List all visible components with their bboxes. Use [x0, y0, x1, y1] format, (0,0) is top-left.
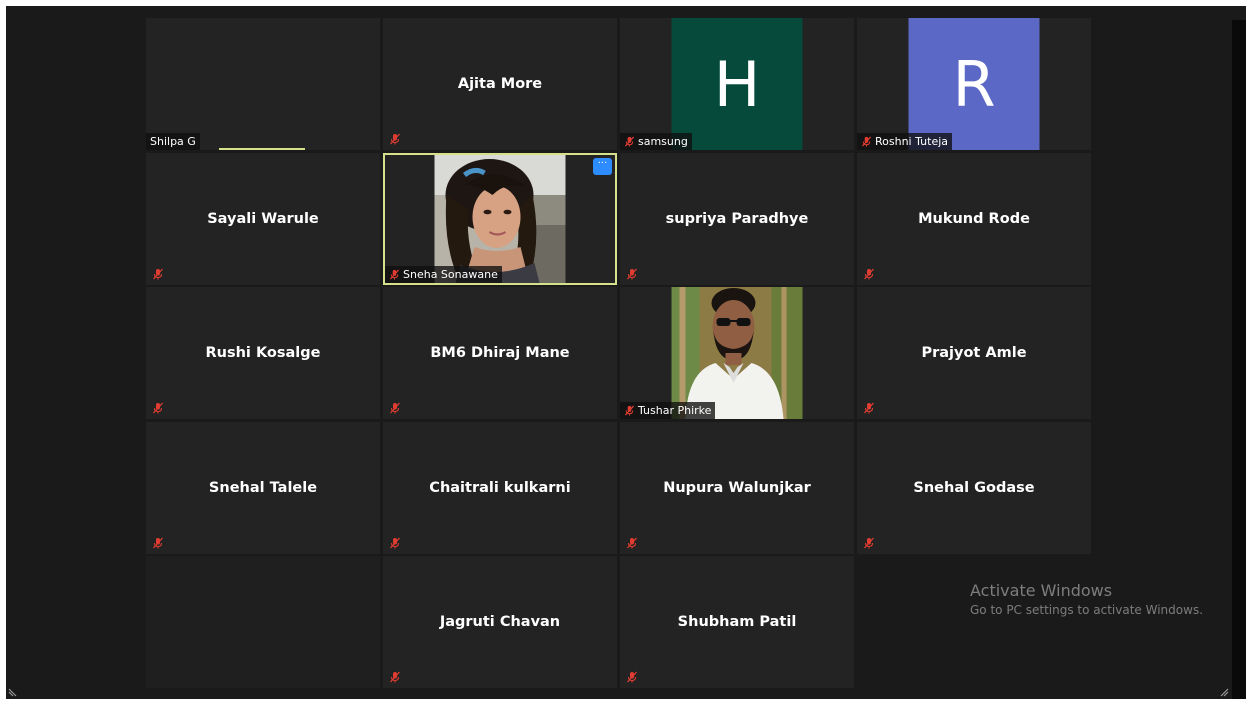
microphone-muted-icon — [861, 136, 872, 147]
participant-name: Snehal Talele — [208, 479, 318, 496]
microphone-muted-icon — [627, 537, 637, 548]
microphone-muted-icon — [864, 537, 874, 548]
resize-grip-icon[interactable] — [8, 687, 18, 697]
participant-name: Ajita More — [457, 76, 543, 92]
microphone-muted-icon — [390, 671, 400, 683]
participant-name: Nupura Walunjkar — [663, 479, 811, 496]
watermark-subtitle: Go to PC settings to activate Windows. — [970, 603, 1204, 617]
participant-name: Roshni Tuteja — [875, 135, 949, 148]
participant-name-label: Roshni Tuteja — [857, 133, 953, 150]
participant-name: Chaitrali kulkarni — [429, 479, 571, 496]
microphone-muted-icon — [624, 405, 635, 416]
participant-tile[interactable]: Ajita More — [383, 18, 617, 150]
participant-tile[interactable]: Shubham Patil — [620, 556, 854, 688]
participant-tile[interactable]: Tushar Phirke — [620, 287, 854, 419]
microphone-muted-icon — [153, 268, 163, 279]
microphone-muted-icon — [153, 402, 163, 414]
participant-tile[interactable]: R Roshni Tuteja — [857, 18, 1091, 150]
participant-name-label: samsung — [620, 133, 692, 150]
microphone-muted-icon — [624, 136, 635, 147]
participant-name: Mukund Rode — [918, 210, 1030, 227]
participant-tile[interactable]: Chaitrali kulkarni — [383, 421, 617, 554]
participant-name-label: Shilpa G — [146, 133, 200, 150]
participant-tile[interactable]: Rushi Kosalge — [146, 287, 380, 419]
participant-tile[interactable]: supriya Paradhye — [620, 152, 854, 285]
microphone-muted-icon — [390, 402, 400, 414]
microphone-muted-icon — [389, 269, 400, 280]
participant-name: BM6 Dhiraj Mane — [430, 345, 570, 361]
microphone-muted-icon — [627, 268, 637, 279]
participant-name: Tushar Phirke — [638, 404, 712, 417]
microphone-muted-icon — [390, 537, 400, 548]
audio-level-indicator — [219, 148, 305, 150]
participant-name: Rushi Kosalge — [205, 345, 321, 361]
microphone-muted-icon — [153, 537, 163, 548]
participant-name: supriya Paradhye — [665, 210, 809, 227]
participant-tile[interactable]: Snehal Godase — [857, 421, 1091, 554]
participant-name: samsung — [638, 135, 688, 148]
participant-name: Sayali Warule — [207, 210, 319, 227]
participant-name: Sneha Sonawane — [403, 267, 498, 281]
microphone-muted-icon — [390, 133, 400, 145]
window-edge — [1232, 20, 1246, 699]
more-options-button[interactable]: ··· — [593, 157, 612, 175]
microphone-muted-icon — [864, 268, 874, 279]
participant-video — [671, 287, 803, 419]
participant-tile[interactable]: Jagruti Chavan — [383, 556, 617, 688]
participant-tile[interactable]: Sayali Warule — [146, 152, 380, 285]
resize-grip-icon[interactable] — [1219, 687, 1229, 697]
zoom-gallery-window: Shilpa G Ajita More Hsamsung R Roshni Tuteja… — [6, 6, 1246, 699]
windows-activation-watermark: Activate Windows Go to PC settings to ac… — [970, 581, 1203, 618]
participant-name-label: Sneha Sonawane — [385, 265, 502, 283]
participant-avatar: R — [908, 18, 1040, 150]
participant-video-image — [671, 287, 803, 419]
participant-name: Snehal Godase — [913, 479, 1035, 496]
participant-tile[interactable]: Mukund Rode — [857, 152, 1091, 285]
participant-name: Shilpa G — [150, 135, 196, 148]
participant-avatar: H — [671, 18, 803, 150]
participant-tile[interactable]: Snehal Talele — [146, 421, 380, 554]
participant-name: Jagruti Chavan — [439, 614, 561, 630]
participant-tile[interactable]: Shilpa G — [146, 18, 380, 150]
participant-name: Shubham Patil — [677, 614, 797, 630]
participant-tile[interactable]: Nupura Walunjkar — [620, 421, 854, 554]
participant-name: Prajyot Amle — [921, 345, 1027, 361]
watermark-title: Activate Windows — [970, 581, 1113, 600]
participant-tile[interactable]: Sneha Sonawane ··· — [383, 152, 617, 285]
empty-tile — [146, 556, 380, 688]
participant-tile[interactable]: Prajyot Amle — [857, 287, 1091, 419]
participant-tile[interactable]: Hsamsung — [620, 18, 854, 150]
microphone-muted-icon — [627, 671, 637, 683]
participant-name-label: Tushar Phirke — [620, 402, 716, 419]
participant-tile[interactable]: BM6 Dhiraj Mane — [383, 287, 617, 419]
microphone-muted-icon — [864, 402, 874, 414]
